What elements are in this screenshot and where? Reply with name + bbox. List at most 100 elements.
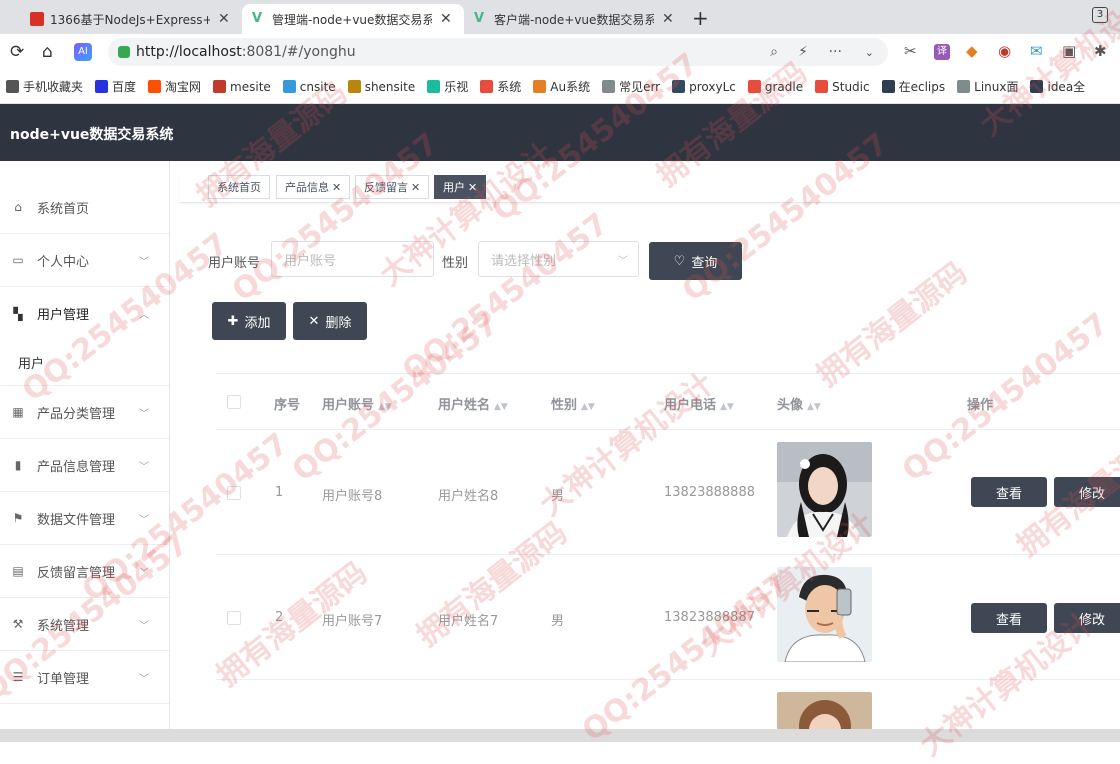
edit-button[interactable]: 修改 — [1054, 603, 1120, 633]
bookmark-label: 在eclips — [898, 80, 946, 94]
mail-icon[interactable]: ✉ — [1030, 42, 1043, 60]
bookmark-label: proxyLc — [689, 79, 736, 94]
lightning-icon[interactable]: ⚡ — [798, 44, 808, 60]
scissors-icon[interactable]: ✂ — [904, 42, 917, 60]
cell-account: 用户账号8 — [322, 489, 383, 504]
bookmark-label: shensite — [364, 79, 416, 94]
account-label: 用户账号 — [208, 256, 261, 271]
translate-icon[interactable]: 译 — [934, 44, 950, 60]
edit-button[interactable]: 修改 — [1054, 477, 1120, 507]
chevron-down-icon: ﹀ — [139, 461, 149, 473]
bookmark-item[interactable]: Linux面 — [957, 78, 1018, 95]
sort-icon[interactable]: ▲▼ — [807, 402, 821, 412]
browser-tab-1[interactable]: 1366基于NodeJs+Express+ ✕ — [20, 4, 242, 34]
view-button[interactable]: 查看 — [971, 477, 1047, 507]
bookmark-item[interactable]: 手机收藏夹 — [6, 78, 83, 95]
more-icon[interactable]: ··· — [829, 44, 842, 60]
column-header-name[interactable]: 用户姓名 ▲▼ — [438, 394, 508, 413]
menu-item-label: 个人中心 — [37, 254, 90, 270]
bookmark-item[interactable]: Au系统 — [533, 78, 590, 95]
bookmark-favicon-icon — [533, 80, 547, 93]
view-button[interactable]: 查看 — [971, 603, 1047, 633]
menu-item-feedback-management[interactable]: ▤ 反馈留言管理 ﹀ — [0, 545, 169, 598]
tag-user[interactable]: 用户 ✕ — [434, 175, 487, 199]
query-button[interactable]: ♡ 查询 — [649, 242, 742, 280]
bookmark-item[interactable]: shensite — [347, 79, 416, 94]
bookmark-item[interactable]: 淘宝网 — [148, 78, 201, 95]
account-input[interactable]: 用户账号 — [271, 241, 434, 277]
reload-icon[interactable]: ⟳ — [10, 42, 24, 62]
select-all-checkbox[interactable] — [227, 395, 241, 409]
close-tab-icon[interactable]: ✕ — [662, 11, 674, 27]
vue-favicon-icon: V — [252, 11, 263, 26]
home-icon: ⌂ — [14, 200, 22, 214]
tag-home[interactable]: 系统首页 — [208, 175, 270, 199]
tag-label: 系统首页 — [217, 181, 261, 194]
bookmark-item[interactable]: 在eclips — [881, 78, 946, 95]
menu-item-system-management[interactable]: ⚒ 系统管理 ﹀ — [0, 598, 169, 651]
tab-count-badge[interactable]: 3 — [1092, 7, 1108, 23]
bookmark-item[interactable]: proxyLc — [672, 80, 736, 94]
bookmark-item[interactable]: 乐视 — [427, 78, 468, 95]
sort-icon[interactable]: ▲▼ — [581, 402, 595, 412]
bookmark-item[interactable]: gradle — [747, 80, 803, 94]
sort-icon[interactable]: ▲▼ — [378, 402, 392, 412]
tag-product-info[interactable]: 产品信息 ✕ — [276, 175, 351, 199]
close-icon[interactable]: ✕ — [411, 181, 420, 194]
bookmark-item[interactable]: cnsite — [282, 80, 336, 94]
row-checkbox[interactable] — [227, 486, 241, 500]
close-tab-icon[interactable]: ✕ — [440, 11, 452, 27]
menu-item-datafile-management[interactable]: ⚑ 数据文件管理 ﹀ — [0, 492, 169, 545]
gender-select[interactable]: 请选择性别 ﹀ — [478, 241, 639, 277]
menu-item-product-management[interactable]: ▮ 产品信息管理 ﹀ — [0, 439, 169, 492]
menu-item-profile[interactable]: ▭ 个人中心 ﹀ — [0, 234, 169, 287]
browser-tab-3[interactable]: V 客户端-node+vue数据交易系 ✕ — [464, 4, 686, 34]
flag-icon: ⚑ — [12, 511, 24, 525]
delete-button[interactable]: ✕ 删除 — [293, 302, 367, 340]
close-icon[interactable]: ✕ — [468, 181, 477, 194]
close-icon[interactable]: ✕ — [332, 181, 341, 194]
sort-icon[interactable]: ▲▼ — [494, 402, 508, 412]
bookmark-item[interactable]: 常见err — [602, 78, 660, 95]
home-icon[interactable]: ⌂ — [42, 42, 53, 62]
column-header-gender[interactable]: 性别 ▲▼ — [551, 394, 595, 413]
bookmark-favicon-icon — [672, 80, 686, 93]
bookmark-item[interactable]: mesite — [213, 80, 271, 94]
bookmark-label: mesite — [230, 79, 271, 94]
url-host: http://localhost — [136, 44, 242, 60]
sort-icon[interactable]: ▲▼ — [720, 402, 734, 412]
puzzle-icon[interactable]: ✱ — [1094, 42, 1107, 60]
account-placeholder: 用户账号 — [284, 253, 337, 269]
bookmark-item[interactable]: 百度 — [95, 78, 136, 95]
chevron-up-icon: ︿ — [139, 310, 149, 321]
ai-assistant-icon[interactable]: AI — [74, 43, 92, 61]
browser-tab-2[interactable]: V 管理端-node+vue数据交易系 ✕ — [242, 4, 464, 34]
bookmark-item[interactable]: Studic — [815, 80, 870, 94]
bookmark-item[interactable]: 系统 — [480, 78, 521, 95]
list-icon: ☰ — [12, 670, 24, 684]
menu-item-label: 用户管理 — [37, 308, 90, 323]
eye-icon[interactable]: ◉ — [998, 42, 1011, 60]
menu-item-category-management[interactable]: ▦ 产品分类管理 ﹀ — [0, 386, 169, 439]
column-header-phone[interactable]: 用户电话 ▲▼ — [664, 394, 734, 413]
menu-item-home[interactable]: ⌂ 系统首页 — [0, 181, 169, 234]
extension-icon[interactable]: ▣ — [1062, 42, 1076, 60]
close-tab-icon[interactable]: ✕ — [218, 11, 230, 27]
new-tab-icon[interactable]: + — [692, 6, 709, 30]
menu-item-order-management[interactable]: ☰ 订单管理 ﹀ — [0, 651, 169, 704]
menu-item-label: 系统首页 — [37, 201, 90, 217]
url-field[interactable]: http://localhost:8081/#/yonghu ⌕ ⚡ ··· ⌄ — [108, 38, 888, 66]
game-icon[interactable]: ◆ — [966, 42, 978, 60]
column-header-account[interactable]: 用户账号 ▲▼ — [322, 394, 392, 413]
row-checkbox[interactable] — [227, 611, 241, 625]
cell-name: 用户姓名7 — [438, 614, 499, 629]
menu-item-user-management[interactable]: ▚ 用户管理 ︿ — [0, 287, 169, 340]
add-button[interactable]: ✚ 添加 — [212, 302, 286, 340]
search-icon[interactable]: ⌕ — [770, 44, 778, 60]
submenu-item-user[interactable]: 用户 — [0, 340, 169, 386]
column-header-avatar[interactable]: 头像 ▲▼ — [777, 394, 821, 413]
close-icon: ✕ — [308, 313, 320, 329]
tag-feedback[interactable]: 反馈留言 ✕ — [355, 175, 430, 199]
chevron-down-icon[interactable]: ⌄ — [865, 46, 874, 59]
bookmark-item[interactable]: idea全 — [1030, 78, 1085, 95]
